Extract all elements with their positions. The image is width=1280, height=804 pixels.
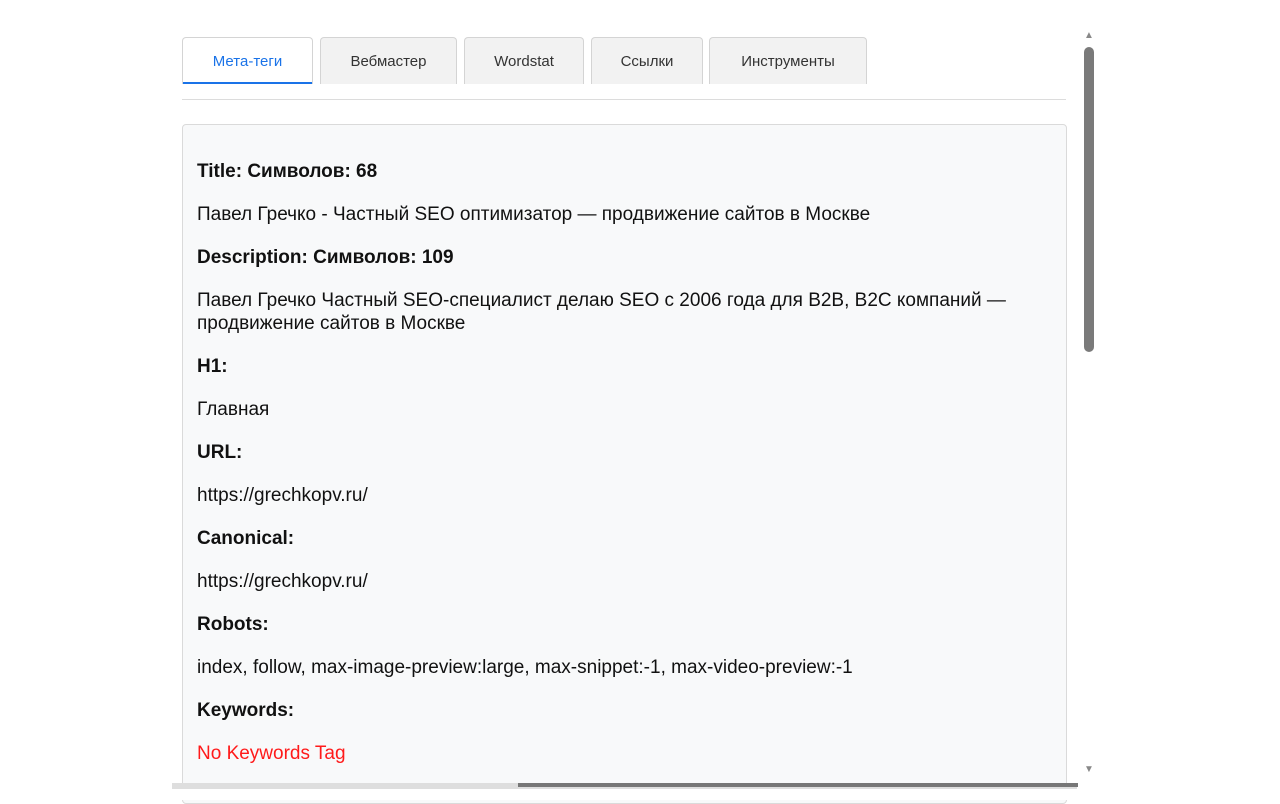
keywords-label: Keywords: xyxy=(197,700,295,721)
tab-wordstat[interactable]: Wordstat xyxy=(464,37,584,84)
tab-links[interactable]: Ссылки xyxy=(591,37,703,84)
url-value: https://grechkopv.ru/ xyxy=(197,485,368,506)
robots-value: index, follow, max-image-preview:large, … xyxy=(197,657,853,678)
scrollbar-thumb[interactable] xyxy=(1084,47,1094,352)
h1-value: Главная xyxy=(197,399,270,420)
tab-tools[interactable]: Инструменты xyxy=(709,37,867,84)
chevron-up-icon[interactable]: ▲ xyxy=(1083,31,1095,41)
tab-meta-tags[interactable]: Мета-теги xyxy=(182,37,313,84)
canonical-value: https://grechkopv.ru/ xyxy=(197,571,368,592)
keywords-value: No Keywords Tag xyxy=(197,743,346,764)
tab-webmaster[interactable]: Вебмастер xyxy=(320,37,457,84)
meta-tags-panel: Title: Символов: 68 Павел Гречко - Частн… xyxy=(182,124,1067,804)
chevron-down-icon[interactable]: ▼ xyxy=(1083,765,1095,775)
title-value: Павел Гречко - Частный SEO оптимизатор —… xyxy=(197,204,871,225)
page-bottom-edge xyxy=(0,789,1280,800)
url-label: URL: xyxy=(197,442,243,463)
title-label: Title: Символов: 68 xyxy=(197,161,378,182)
tab-bar: Мета-теги Вебмастер Wordstat Ссылки Инст… xyxy=(182,37,1066,100)
horizontal-scrollbar-thumb[interactable] xyxy=(518,783,1078,787)
description-value: Павел Гречко Частный SEO-специалист дела… xyxy=(197,290,1006,334)
canonical-label: Canonical: xyxy=(197,528,295,549)
h1-label: H1: xyxy=(197,356,228,377)
robots-label: Robots: xyxy=(197,614,269,635)
description-label: Description: Символов: 109 xyxy=(197,247,454,268)
